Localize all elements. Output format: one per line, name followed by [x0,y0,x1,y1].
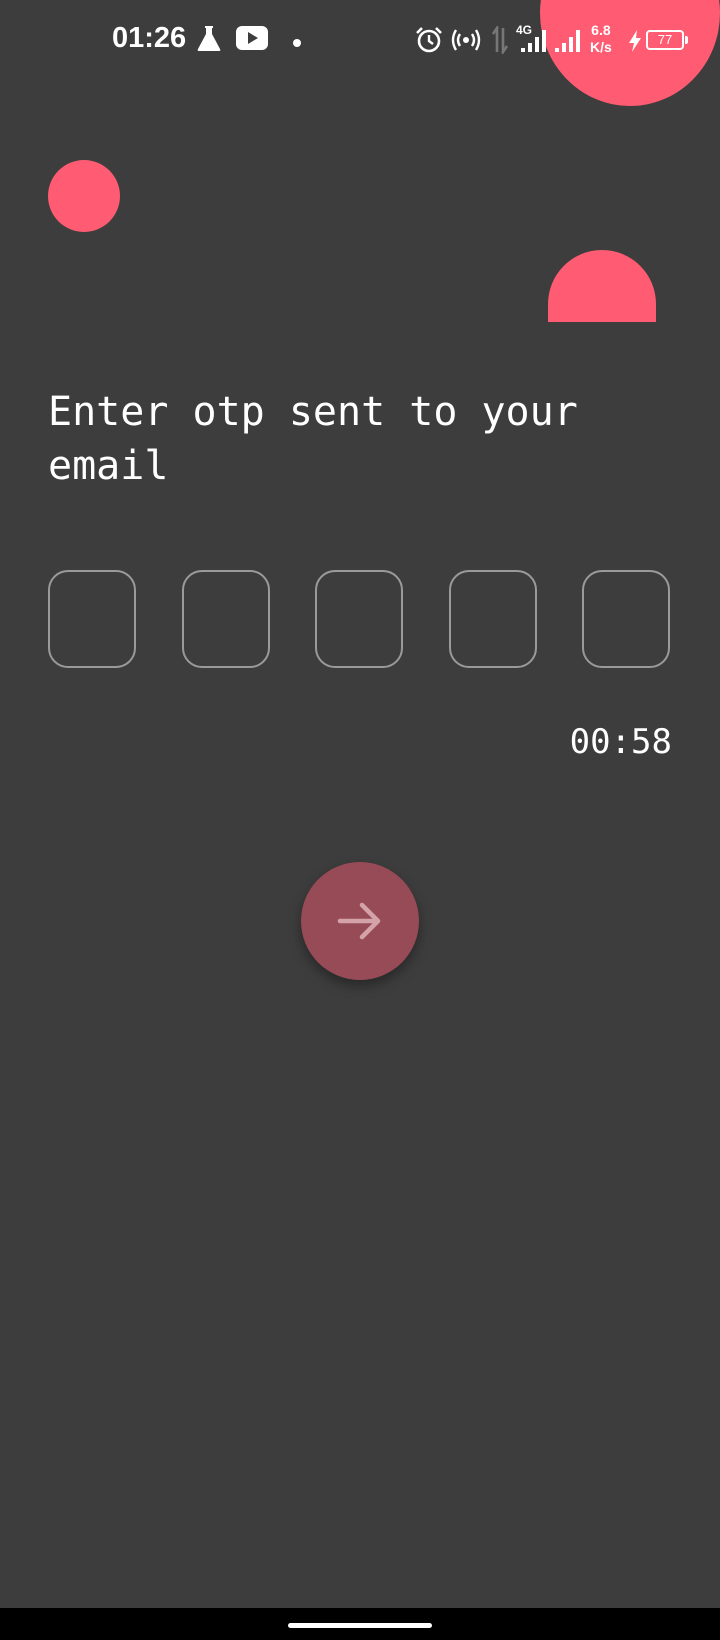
otp-digit-2[interactable] [182,570,270,668]
dot-icon [292,35,302,53]
alarm-icon [414,26,444,59]
network-speed: 6.8 K/s [590,22,612,56]
otp-input-row [48,570,672,670]
countdown-timer: 00:58 [569,722,672,762]
charging-bolt-icon [628,30,642,57]
network-speed-value: 6.8 [591,22,611,38]
data-transfer-icon [491,23,509,59]
otp-digit-3[interactable] [315,570,403,668]
decorative-half-circle [548,250,656,322]
page-title: Enter otp sent to your email [48,389,578,489]
battery-level: 77 [657,32,673,47]
submit-button[interactable] [301,862,419,980]
network-speed-unit: K/s [590,39,612,55]
navigation-bar [0,1608,720,1640]
otp-digit-4[interactable] [449,570,537,668]
otp-digit-1[interactable] [48,570,136,668]
decorative-circle-left [48,160,120,232]
flask-icon [196,24,222,57]
signal-icon [554,30,582,57]
youtube-icon [236,26,268,55]
home-gesture-handle[interactable] [288,1623,432,1628]
battery-icon: 77 [646,30,688,50]
signal-icon [520,30,548,57]
otp-digit-5[interactable] [582,570,670,668]
hotspot-icon [451,28,481,57]
status-time: 01:26 [112,22,187,54]
arrow-right-icon [337,902,381,940]
status-bar: 01:26 4G 6.8 K/s 77 [0,0,720,80]
